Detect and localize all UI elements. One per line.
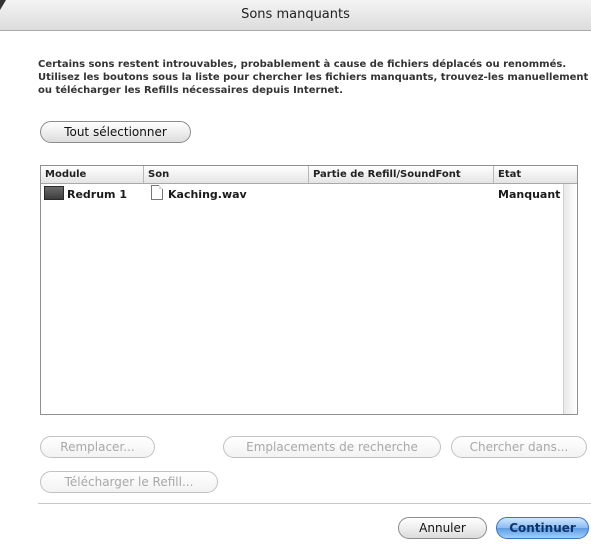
continue-button[interactable]: Continuer [496, 517, 589, 539]
missing-sounds-table[interactable]: Module Son Partie de Refill/SoundFont Et… [40, 165, 578, 415]
window-title: Sons manquants [241, 7, 350, 22]
table-row[interactable]: Redrum 1 Kaching.wav Manquant [41, 184, 577, 206]
row-state-cell: Manquant [498, 188, 561, 201]
info-line-1: Certains sons restent introuvables, prob… [38, 59, 567, 70]
column-header-refill[interactable]: Partie de Refill/SoundFont [309, 166, 494, 183]
redrum-module-icon [44, 186, 64, 200]
column-header-module[interactable]: Module [41, 166, 144, 183]
info-line-2: Utilisez les boutons sous la liste pour … [38, 72, 589, 83]
title-bar[interactable]: Sons manquants [0, 0, 591, 31]
table-scrollbar[interactable] [563, 184, 577, 414]
info-line-3: ou télécharger les Refills nécessaires d… [38, 85, 343, 96]
download-refill-button[interactable]: Télécharger le Refill... [40, 471, 218, 493]
select-all-button[interactable]: Tout sélectionner [40, 121, 191, 143]
search-locations-button[interactable]: Emplacements de recherche [223, 436, 441, 458]
column-header-sound[interactable]: Son [144, 166, 309, 183]
cancel-button[interactable]: Annuler [398, 517, 487, 539]
row-sound-name: Kaching.wav [168, 188, 247, 201]
audio-file-icon [151, 185, 163, 200]
table-header: Module Son Partie de Refill/SoundFont Et… [41, 166, 577, 184]
replace-button[interactable]: Remplacer... [40, 436, 155, 458]
footer-divider [38, 503, 591, 504]
row-sound-cell: Kaching.wav [151, 184, 247, 206]
search-in-button[interactable]: Chercher dans... [451, 436, 587, 458]
row-module-name: Redrum 1 [67, 188, 128, 201]
info-message: Certains sons restent introuvables, prob… [38, 58, 590, 97]
column-header-state[interactable]: Etat [494, 166, 577, 183]
row-module-cell: Redrum 1 [44, 184, 127, 206]
